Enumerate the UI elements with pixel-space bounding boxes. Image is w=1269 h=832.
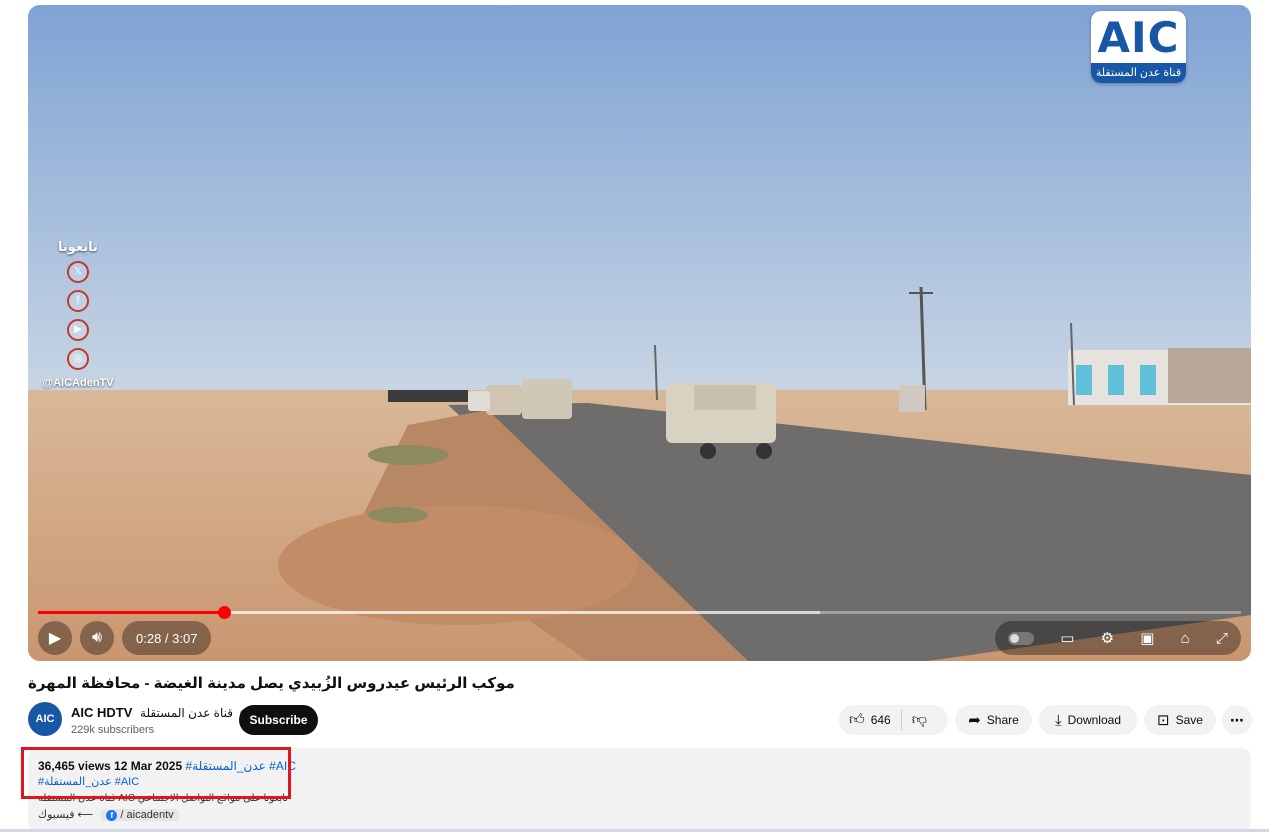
share-label: Share [986, 713, 1019, 727]
channel-watermark-logo: AIC قناة عدن المستقلة [1091, 11, 1186, 83]
subscribe-button[interactable]: Subscribe [239, 705, 318, 735]
video-title: موكب الرئيس عيدروس الزُبيدي يصل مدينة ال… [28, 675, 515, 692]
cast-icon[interactable]: ⌂ [1181, 630, 1190, 647]
thumbs-up-icon: 👍︎ [849, 711, 865, 728]
subtitles-icon[interactable]: ▭ [1060, 629, 1074, 647]
progress-played [38, 611, 225, 614]
progress-bar[interactable] [38, 606, 1241, 619]
settings-icon[interactable]: ⚙ [1101, 629, 1114, 647]
mute-button[interactable]: 🔊︎ [80, 621, 114, 655]
channel-name-text[interactable]: AIC HDTV [71, 705, 132, 720]
more-icon: ⋯ [1230, 711, 1244, 728]
download-icon: ⤓ [1054, 711, 1062, 729]
thumbs-down-icon: 👎︎ [911, 711, 927, 728]
youtube-icon: ▶ [67, 319, 89, 341]
channel-name[interactable]: AIC HDTV قناة عدن المستقلة ✓ [71, 705, 250, 720]
play-icon: ▶ [48, 630, 62, 647]
save-button[interactable]: ⊡ Save [1144, 705, 1216, 735]
bookmark-icon: ⊡ [1157, 712, 1170, 729]
play-button[interactable]: ▶ [38, 621, 72, 655]
video-player[interactable]: AIC قناة عدن المستقلة تابعونا 𝕏 f ▶ ◎ @A… [28, 5, 1251, 661]
facebook-link-line: فيسبوك ⟵ f / aicadentv [38, 808, 180, 821]
fullscreen-icon[interactable]: ⤢ [1216, 630, 1228, 647]
facebook-link-chip[interactable]: f / aicadentv [100, 809, 180, 821]
like-dislike-group: 👍︎ 646 👎︎ [839, 705, 948, 735]
share-icon: ➦ [968, 712, 981, 729]
time-display: 0:28 / 3:07 [122, 621, 212, 655]
download-label: Download [1067, 713, 1121, 727]
more-actions-button[interactable]: ⋯ [1222, 705, 1252, 735]
red-highlight-annotation [21, 747, 291, 799]
channel-avatar[interactable]: AIC [28, 702, 62, 736]
facebook-label: فيسبوك ⟵ [38, 809, 94, 821]
facebook-icon: f [67, 290, 89, 312]
social-follow-overlay: تابعونا 𝕏 f ▶ ◎ @AICAdenTV [38, 239, 118, 389]
follow-handle: @AICAdenTV [42, 377, 114, 389]
save-label: Save [1175, 713, 1203, 727]
dislike-button[interactable]: 👎︎ [902, 711, 937, 729]
download-button[interactable]: ⤓ Download [1039, 705, 1137, 735]
share-button[interactable]: ➦ Share [955, 705, 1032, 735]
like-count: 646 [870, 713, 891, 727]
x-icon: 𝕏 [67, 261, 89, 283]
video-frame [28, 5, 1251, 661]
autoplay-toggle[interactable] [1008, 631, 1035, 645]
watermark-subtitle: قناة عدن المستقلة [1091, 63, 1186, 83]
instagram-icon: ◎ [67, 348, 89, 370]
theater-mode-icon[interactable]: ▣ [1140, 629, 1154, 647]
subscriber-count: 229k subscribers [71, 724, 155, 736]
volume-icon: 🔊︎ [91, 629, 103, 646]
channel-name-alt[interactable]: قناة عدن المستقلة [140, 706, 233, 720]
follow-title: تابعونا [58, 239, 98, 254]
watermark-text: AIC [1097, 13, 1180, 62]
like-button[interactable]: 👍︎ 646 [839, 710, 902, 730]
player-right-controls: ▭ ⚙ ▣ ⌂ ⤢ [995, 621, 1241, 655]
facebook-handle[interactable]: / aicadentv [120, 809, 173, 821]
facebook-icon: f [106, 810, 118, 821]
